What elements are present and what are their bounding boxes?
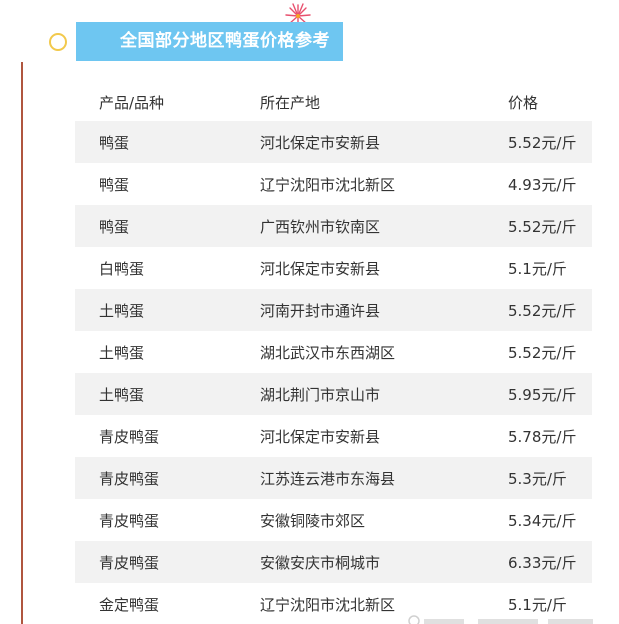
origin-cell: 河南开封市通许县 [260,289,508,331]
watermark-icon [408,615,593,624]
table-row: 土鸭蛋 湖北荆门市京山市 5.95元/斤 [75,373,592,415]
origin-cell: 广西钦州市钦南区 [260,205,508,247]
price-table: 产品/品种 所在产地 价格 鸭蛋 河北保定市安新县 5.52元/斤 鸭蛋 辽宁沈… [75,83,592,624]
price-cell: 5.52元/斤 [508,289,592,331]
product-cell: 白鸭蛋 [75,247,260,289]
table-row: 鸭蛋 辽宁沈阳市沈北新区 4.93元/斤 [75,163,592,205]
table-row: 鸭蛋 河北保定市安新县 5.52元/斤 [75,121,592,163]
price-cell: 4.93元/斤 [508,163,592,205]
price-cell: 5.78元/斤 [508,415,592,457]
origin-cell: 辽宁沈阳市沈北新区 [260,163,508,205]
section-title-banner: 全国部分地区鸭蛋价格参考 [76,22,343,61]
origin-cell: 河北保定市安新县 [260,121,508,163]
origin-cell: 安徽铜陵市郊区 [260,499,508,541]
product-cell: 鸭蛋 [75,163,260,205]
price-cell: 5.95元/斤 [508,373,592,415]
table-row: 白鸭蛋 河北保定市安新县 5.1元/斤 [75,247,592,289]
table-row: 土鸭蛋 河南开封市通许县 5.52元/斤 [75,289,592,331]
table-row: 青皮鸭蛋 安徽安庆市桐城市 6.33元/斤 [75,541,592,583]
column-header-price: 价格 [508,93,539,112]
origin-cell: 河北保定市安新县 [260,247,508,289]
table-header-row: 产品/品种 所在产地 价格 [75,83,592,121]
table-row: 鸭蛋 广西钦州市钦南区 5.52元/斤 [75,205,592,247]
article-page: 全国部分地区鸭蛋价格参考 产品/品种 所在产地 价格 鸭蛋 河北保定市安新县 5… [0,0,619,624]
origin-cell: 湖北荆门市京山市 [260,373,508,415]
product-cell: 青皮鸭蛋 [75,457,260,499]
product-cell: 青皮鸭蛋 [75,499,260,541]
product-cell: 金定鸭蛋 [75,583,260,624]
price-cell: 5.52元/斤 [508,205,592,247]
product-cell: 青皮鸭蛋 [75,415,260,457]
section-title: 全国部分地区鸭蛋价格参考 [120,31,330,51]
origin-cell: 河北保定市安新县 [260,415,508,457]
price-cell: 5.52元/斤 [508,331,592,373]
origin-cell: 安徽安庆市桐城市 [260,541,508,583]
watermark-overlay [408,615,598,624]
price-cell: 5.1元/斤 [508,247,592,289]
table-row: 青皮鸭蛋 安徽铜陵市郊区 5.34元/斤 [75,499,592,541]
column-header-origin: 所在产地 [260,93,321,112]
table-row: 青皮鸭蛋 河北保定市安新县 5.78元/斤 [75,415,592,457]
product-cell: 土鸭蛋 [75,289,260,331]
product-cell: 青皮鸭蛋 [75,541,260,583]
product-cell: 鸭蛋 [75,205,260,247]
price-cell: 5.34元/斤 [508,499,592,541]
left-border-rule [21,62,23,624]
price-cell: 5.52元/斤 [508,121,592,163]
table-row: 青皮鸭蛋 江苏连云港市东海县 5.3元/斤 [75,457,592,499]
price-cell: 5.3元/斤 [508,457,592,499]
product-cell: 鸭蛋 [75,121,260,163]
title-bullet-icon [49,33,67,51]
price-cell: 6.33元/斤 [508,541,592,583]
origin-cell: 江苏连云港市东海县 [260,457,508,499]
table-row: 土鸭蛋 湖北武汉市东西湖区 5.52元/斤 [75,331,592,373]
column-header-product: 产品/品种 [99,93,165,112]
product-cell: 土鸭蛋 [75,373,260,415]
origin-cell: 湖北武汉市东西湖区 [260,331,508,373]
product-cell: 土鸭蛋 [75,331,260,373]
